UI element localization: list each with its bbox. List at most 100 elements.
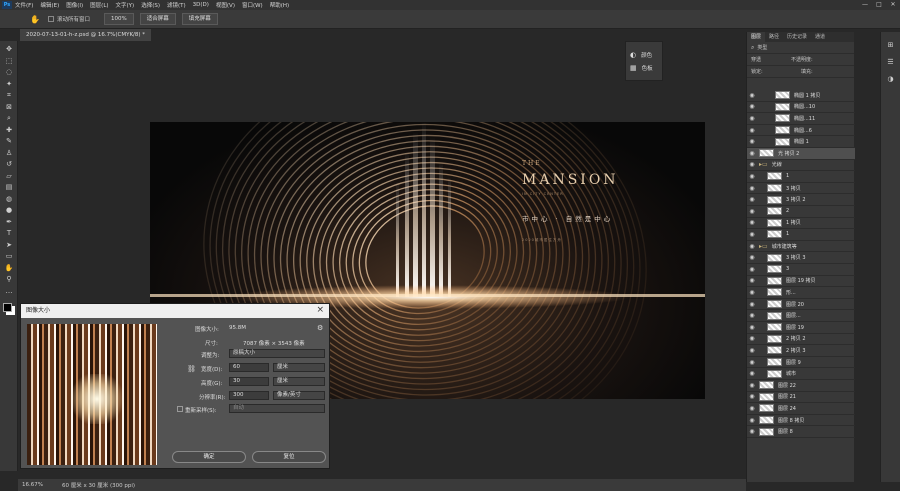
layer-row[interactable]: ◉ 图层 21: [747, 392, 855, 404]
marquee-tool-icon[interactable]: ⬚: [4, 57, 14, 66]
minimize-button[interactable]: —: [858, 0, 872, 10]
layer-row[interactable]: ◉ 椭圆...6: [747, 125, 855, 137]
eye-icon[interactable]: ◉: [747, 254, 757, 261]
blend-mode-select[interactable]: 穿透: [751, 56, 791, 63]
width-unit-select[interactable]: 厘米: [273, 363, 325, 372]
zoom-level[interactable]: 16.67%: [22, 482, 62, 488]
layer-filter-kind[interactable]: 类型: [757, 44, 767, 51]
eye-icon[interactable]: ◉: [747, 266, 757, 273]
height-unit-select[interactable]: 厘米: [273, 377, 325, 386]
maximize-button[interactable]: □: [872, 0, 886, 10]
eye-icon[interactable]: ◉: [747, 382, 757, 389]
layer-row[interactable]: ◉ 2 拷贝 3: [747, 345, 855, 357]
eye-icon[interactable]: ◉: [747, 243, 757, 250]
properties-icon[interactable]: ☰: [881, 58, 900, 66]
layer-row[interactable]: ◉ 图层 24: [747, 403, 855, 415]
libraries-icon[interactable]: ⊞: [881, 41, 900, 49]
layer-row[interactable]: ◉ 椭圆 1: [747, 136, 855, 148]
layer-row[interactable]: ◉ 2: [747, 206, 855, 218]
layer-row[interactable]: ◉ 形...: [747, 287, 855, 299]
layer-row[interactable]: ◉ 2 拷贝 2: [747, 334, 855, 346]
resample-checkbox[interactable]: [177, 406, 183, 412]
magic-wand-icon[interactable]: ✦: [4, 80, 14, 89]
layer-row[interactable]: ◉ 1 拷贝: [747, 218, 855, 230]
history-brush-icon[interactable]: ↺: [4, 160, 14, 169]
eye-icon[interactable]: ◉: [747, 208, 757, 215]
menu-item-2[interactable]: 图像(I): [66, 1, 83, 9]
layer-row[interactable]: ◉ 图层 19: [747, 322, 855, 334]
layer-row[interactable]: ◉ ▸▭ 城市建筑等: [747, 241, 855, 253]
menu-item-5[interactable]: 选择(S): [141, 1, 160, 9]
dialog-preview[interactable]: [27, 324, 157, 465]
fit-screen-button[interactable]: 适合屏幕: [139, 13, 176, 25]
menu-item-9[interactable]: 窗口(W): [242, 1, 263, 9]
eraser-tool-icon[interactable]: ▱: [4, 172, 14, 181]
layer-row[interactable]: ◉ 3 拷贝: [747, 183, 855, 195]
menu-item-8[interactable]: 视图(V): [216, 1, 235, 9]
eye-icon[interactable]: ◉: [747, 196, 757, 203]
hand-tool-icon[interactable]: ✋: [4, 264, 14, 273]
eye-icon[interactable]: ◉: [747, 277, 757, 284]
zoom-tool-icon[interactable]: ⚲: [4, 275, 14, 284]
resolution-unit-select[interactable]: 像素/英寸: [273, 391, 325, 400]
color-swatches[interactable]: [3, 303, 12, 312]
layer-row[interactable]: ◉ 图层 19 拷贝: [747, 276, 855, 288]
menu-item-6[interactable]: 滤镜(T): [167, 1, 186, 9]
layer-row[interactable]: ◉ 1: [747, 171, 855, 183]
layer-row[interactable]: ◉ ▸▭ 光線: [747, 160, 855, 172]
eye-icon[interactable]: ◉: [747, 428, 757, 435]
menu-item-7[interactable]: 3D(D): [193, 2, 209, 8]
eye-icon[interactable]: ◉: [747, 335, 757, 342]
tab-history[interactable]: 历史记录: [783, 32, 811, 42]
tab-channels[interactable]: 通道: [811, 32, 829, 42]
layer-row[interactable]: ◉ 椭圆...10: [747, 102, 855, 114]
folder-icon[interactable]: ▸▭: [759, 161, 768, 168]
eye-icon[interactable]: ◉: [747, 115, 757, 122]
eye-icon[interactable]: ◉: [747, 161, 757, 168]
layer-row[interactable]: ◉ 3 拷贝 3: [747, 252, 855, 264]
close-icon[interactable]: ×: [316, 305, 324, 315]
dodge-tool-icon[interactable]: ●: [4, 206, 14, 215]
pen-tool-icon[interactable]: ✒: [4, 218, 14, 227]
eye-icon[interactable]: ◉: [747, 324, 757, 331]
gear-icon[interactable]: ⚙: [317, 324, 323, 332]
layer-row[interactable]: ◉ 图层 9: [747, 357, 855, 369]
brush-tool-icon[interactable]: ✎: [4, 137, 14, 146]
tab-layers[interactable]: 图层: [747, 32, 766, 42]
close-window-button[interactable]: ✕: [886, 0, 900, 10]
menu-item-10[interactable]: 帮助(H): [270, 1, 289, 9]
zoom-100-button[interactable]: 100%: [104, 13, 134, 25]
gradient-tool-icon[interactable]: ▤: [4, 183, 14, 192]
eye-icon[interactable]: ◉: [747, 219, 757, 226]
layer-row[interactable]: ◉ 图层 8: [747, 426, 855, 438]
reset-button[interactable]: 复位: [252, 451, 326, 463]
link-constrain-icon[interactable]: ⛓: [187, 365, 196, 373]
adjustments-icon[interactable]: ◑: [881, 75, 900, 83]
type-tool-icon[interactable]: T: [4, 229, 14, 238]
hand-tool-icon[interactable]: ✋: [30, 15, 40, 24]
layer-row[interactable]: ◉ 1: [747, 229, 855, 241]
layer-row[interactable]: ◉ 图层 20: [747, 299, 855, 311]
fill-screen-button[interactable]: 填充屏幕: [181, 13, 218, 25]
layer-row[interactable]: ◉ 椭圆 1 拷贝: [747, 90, 855, 102]
color-panel-button[interactable]: ◐ 颜色: [626, 48, 662, 61]
eye-icon[interactable]: ◉: [747, 405, 757, 412]
folder-icon[interactable]: ▸▭: [759, 243, 768, 250]
heal-brush-icon[interactable]: ✚: [4, 126, 14, 135]
width-input[interactable]: 60: [229, 363, 269, 372]
menu-item-3[interactable]: 图层(L): [90, 1, 108, 9]
document-tab[interactable]: 2020-07-13-01-h-z.psd @ 16.7%(CMYK/8) *: [20, 29, 152, 41]
eye-icon[interactable]: ◉: [747, 347, 757, 354]
layer-row[interactable]: ◉ 城市: [747, 368, 855, 380]
eye-icon[interactable]: ◉: [747, 370, 757, 377]
scroll-all-windows-checkbox[interactable]: [48, 16, 54, 22]
layer-row[interactable]: ◉ 3 拷贝 2: [747, 194, 855, 206]
eye-icon[interactable]: ◉: [747, 138, 757, 145]
eye-icon[interactable]: ◉: [747, 150, 757, 157]
eye-icon[interactable]: ◉: [747, 231, 757, 238]
more-tools-icon[interactable]: …: [4, 287, 14, 296]
eye-icon[interactable]: ◉: [747, 92, 757, 99]
lasso-tool-icon[interactable]: ◌: [4, 68, 14, 77]
eye-icon[interactable]: ◉: [747, 359, 757, 366]
layer-row[interactable]: ◉ 图层...: [747, 310, 855, 322]
